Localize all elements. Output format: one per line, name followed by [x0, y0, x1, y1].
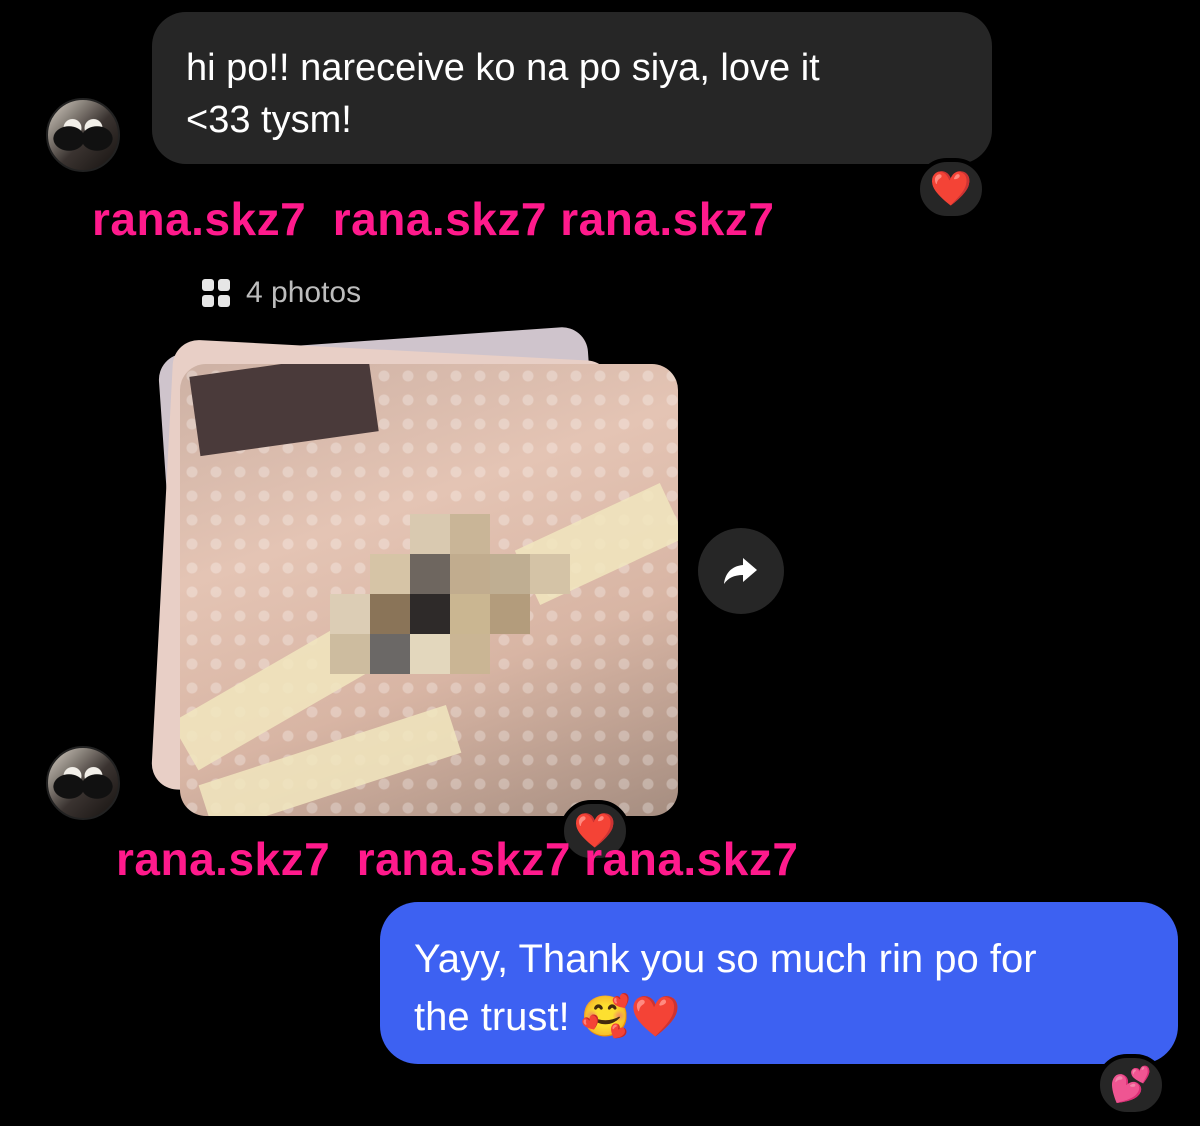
photo-stack[interactable]	[150, 325, 690, 820]
incoming-message-bubble[interactable]: hi po!! nareceive ko na po siya, love it…	[152, 12, 992, 164]
message-reaction[interactable]: ❤️	[916, 158, 986, 220]
message-text-line: the trust! 🥰❤️	[414, 995, 681, 1039]
two-hearts-reaction-icon: 💕	[1109, 1066, 1153, 1104]
watermark-text: rana.skz7 rana.skz7 rana.skz7	[92, 193, 775, 245]
grid-icon	[202, 279, 230, 307]
heart-reaction-icon: ❤️	[929, 170, 973, 208]
outgoing-message-bubble[interactable]: Yayy, Thank you so much rin po for the t…	[380, 902, 1178, 1064]
message-text: hi po!! nareceive ko na po siya, love it…	[186, 47, 820, 141]
share-icon	[724, 558, 757, 584]
photo-shadow	[189, 364, 379, 457]
photos-count-text: 4 photos	[246, 276, 362, 309]
avatar[interactable]	[46, 98, 120, 172]
avatar[interactable]	[46, 746, 120, 820]
blurred-area	[330, 514, 570, 674]
photos-count-label[interactable]: 4 photos	[202, 276, 361, 310]
share-button[interactable]	[698, 528, 784, 614]
watermark-text: rana.skz7 rana.skz7 rana.skz7	[116, 833, 799, 885]
photo-main[interactable]	[180, 364, 678, 816]
message-text-line: Yayy, Thank you so much rin po for	[414, 937, 1037, 981]
message-reaction[interactable]: 💕	[1096, 1054, 1166, 1116]
